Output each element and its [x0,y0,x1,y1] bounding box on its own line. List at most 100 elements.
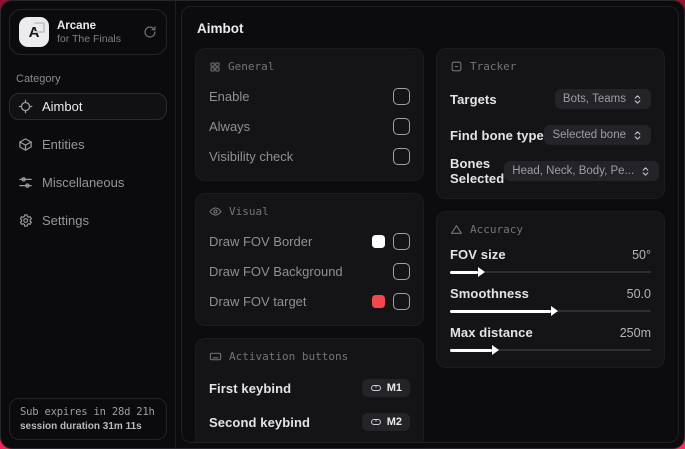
subscription-info: Sub expires in 28d 21h session duration … [9,398,167,440]
dropdown-value: Head, Neck, Body, Pe... [512,165,635,177]
logo-letter: A [28,23,40,41]
accuracy-card-header: Accuracy [450,223,651,236]
frame-icon [450,60,463,73]
visual-card-header: Visual [209,205,410,218]
sidebar-item-label: Miscellaneous [42,175,125,190]
setting-label: FOV size [450,247,506,262]
dropdown-value: Bots, Teams [562,93,626,105]
setting-row-targets: Targets Bots, Teams [450,84,651,114]
enable-checkbox[interactable] [393,87,410,105]
setting-label: Max distance [450,325,533,340]
fov-border-color-swatch[interactable] [372,234,385,248]
setting-label: Draw FOV Border [209,233,313,249]
left-column: General Enable Always Visibility check V… [195,48,424,442]
mouse-icon [370,416,382,428]
setting-label: Second keybind [209,414,311,430]
setting-row-max-distance: Max distance 250m [450,325,651,355]
sidebar: A Arcane for The Finals Category Aimbot [1,1,176,448]
visual-card-title: Visual [229,205,269,218]
app-subtitle: for The Finals [57,32,121,45]
setting-row-fov-border: Draw FOV Border [209,229,410,253]
sidebar-nav: Aimbot Entities Miscellaneous Settings [1,93,175,234]
slider-thumb[interactable] [450,306,557,316]
general-card: General Enable Always Visibility check [195,48,424,181]
unfold-more-icon [640,166,651,177]
keybind-value: M1 [386,382,402,394]
second-keybind-button[interactable]: M2 [361,413,410,431]
fov-border-checkbox[interactable] [393,232,410,250]
find-bone-type-dropdown[interactable]: Selected bone [544,125,651,145]
triangle-icon [450,223,463,236]
session-duration-text: session duration 31m 11s [20,421,142,432]
setting-label: Visibility check [209,148,294,164]
setting-label: Always [209,118,251,134]
fov-size-slider[interactable] [450,267,651,277]
tracker-card: Tracker Targets Bots, Teams Find bone ty… [436,48,665,199]
general-card-header: General [209,60,410,73]
sidebar-item-label: Aimbot [42,99,83,114]
refresh-icon[interactable] [143,25,157,39]
bones-selected-dropdown[interactable]: Head, Neck, Body, Pe... [504,161,660,181]
keyboard-icon [209,350,222,363]
setting-row-find-bone-type: Find bone type Selected bone [450,120,651,150]
activation-buttons-card: Activation buttons First keybind M1 Seco… [195,338,424,442]
setting-row-fov-target: Draw FOV target [209,289,410,313]
visibility-check-checkbox[interactable] [393,147,410,165]
unfold-more-icon [632,94,643,105]
setting-label: Draw FOV Background [209,263,343,279]
max-distance-value: 250m [619,325,651,340]
setting-row-fov-background: Draw FOV Background [209,259,410,283]
accuracy-card-title: Accuracy [470,223,523,236]
setting-row-first-keybind: First keybind M1 [209,374,410,402]
sidebar-item-entities[interactable]: Entities [9,131,167,158]
general-card-title: General [228,60,275,73]
sidebar-item-aimbot[interactable]: Aimbot [9,93,167,120]
setting-label: Draw FOV target [209,293,307,309]
gear-icon [18,213,33,228]
setting-row-fov-size: FOV size 50° [450,247,651,277]
crosshair-icon [18,99,33,114]
max-distance-slider[interactable] [450,345,651,355]
fov-background-checkbox[interactable] [393,262,410,280]
targets-dropdown[interactable]: Bots, Teams [554,89,651,109]
accuracy-card: Accuracy FOV size 50° Smoothness 50.0 Ma… [436,211,665,368]
setting-row-smoothness: Smoothness 50.0 [450,286,651,316]
tracker-card-header: Tracker [450,60,651,73]
right-column: Tracker Targets Bots, Teams Find bone ty… [436,48,665,442]
sidebar-item-miscellaneous[interactable]: Miscellaneous [9,169,167,196]
setting-row-enable: Enable [209,84,410,108]
grid-icon [209,61,221,73]
slider-thumb[interactable] [450,267,486,277]
smoothness-value: 50.0 [626,286,651,301]
always-checkbox[interactable] [393,117,410,135]
page-title: Aimbot [197,21,244,36]
sidebar-item-label: Entities [42,137,85,152]
visual-card: Visual Draw FOV Border Draw FOV Backgrou… [195,193,424,326]
setting-row-visibility-check: Visibility check [209,144,410,168]
app-meta: Arcane for The Finals [57,20,135,45]
smoothness-slider[interactable] [450,306,651,316]
fov-target-checkbox[interactable] [393,292,410,310]
fov-target-color-swatch[interactable] [372,294,385,308]
mouse-icon [370,382,382,394]
main-panel: Aimbot General Enable Always Visibility … [181,6,679,443]
sidebar-item-settings[interactable]: Settings [9,207,167,234]
box-icon [18,137,33,152]
sliders-icon [18,175,33,190]
slider-thumb[interactable] [450,345,500,355]
tracker-card-title: Tracker [470,60,517,73]
setting-row-bones-selected: Bones Selected Head, Neck, Body, Pe... [450,156,660,186]
keybind-value: M2 [386,416,402,428]
app-window: A Arcane for The Finals Category Aimbot [0,0,685,449]
app-logo-card: A Arcane for The Finals [9,9,167,55]
eye-icon [209,205,222,218]
activation-card-title: Activation buttons [229,350,349,363]
app-logo: A [19,17,49,47]
fov-size-value: 50° [632,247,651,262]
first-keybind-button[interactable]: M1 [361,379,410,397]
unfold-more-icon [632,130,643,141]
setting-label: Enable [209,88,250,104]
activation-card-header: Activation buttons [209,350,410,363]
setting-label: Find bone type [450,127,544,143]
setting-label: Targets [450,91,497,107]
